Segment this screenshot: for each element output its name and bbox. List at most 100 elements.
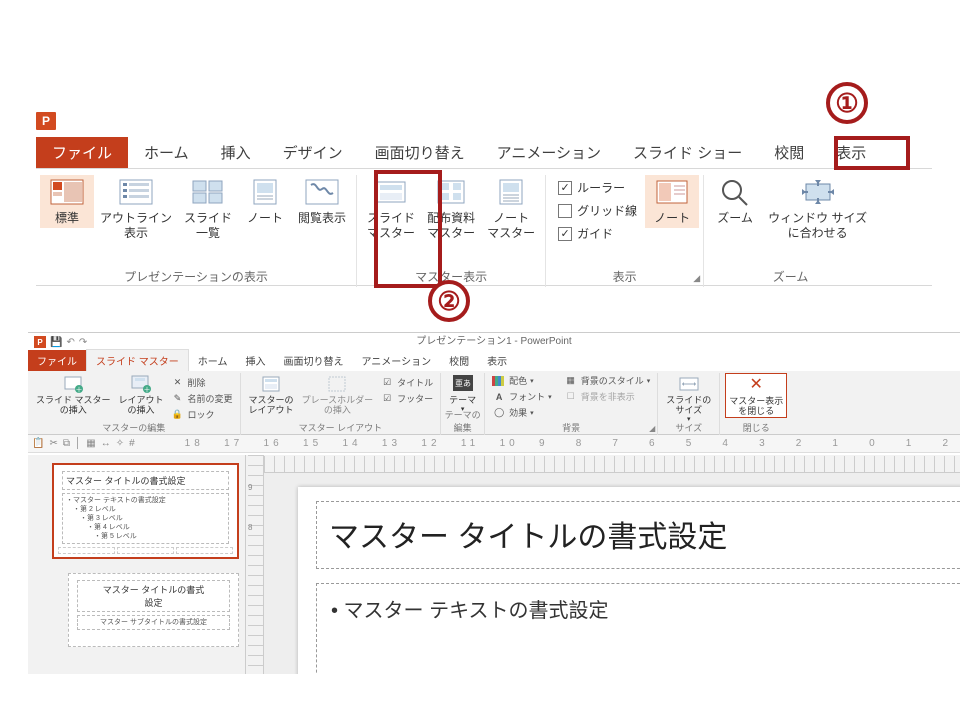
tab-file[interactable]: ファイル	[36, 137, 128, 168]
group-show-label: 表示	[546, 268, 703, 285]
footer-checkbox-label: フッター	[397, 392, 433, 405]
close-master-view-label: マスター表示 を閉じる	[729, 396, 783, 416]
callout-rect-slide-master	[374, 170, 442, 288]
outline-view-button[interactable]: アウトライン 表示	[94, 175, 178, 243]
slide-sorter-button[interactable]: スライド 一覧	[178, 175, 238, 243]
outline-view-icon	[119, 177, 153, 207]
thumbnail-layout-1[interactable]: マスター タイトルの書式 設定 マスター サブタイトルの書式設定	[68, 573, 239, 647]
mini-group-size-label: サイズ	[658, 421, 719, 434]
bg-styles-label: 背景のスタイル	[581, 374, 644, 387]
ribbon-body: 標準 アウトライン 表示 スライド 一覧 ノート 閲覧表示	[36, 168, 932, 286]
tab-home[interactable]: ホーム	[128, 137, 205, 168]
master-layout-icon	[260, 374, 282, 394]
zoom-button[interactable]: ズーム	[708, 175, 762, 228]
hide-bg-label: 背景を非表示	[581, 390, 635, 403]
mini-tab-transitions[interactable]: 画面切り替え	[274, 350, 352, 371]
effects-button[interactable]: ◯効果▾	[490, 405, 554, 420]
mini-tab-review[interactable]: 校閲	[440, 350, 478, 371]
insert-placeholder-button[interactable]: プレースホルダー の挿入	[299, 373, 377, 416]
dropdown-arrow-icon: ▾	[548, 393, 552, 401]
guides-icon[interactable]: ✧	[116, 437, 124, 451]
lock-button[interactable]: 🔒ロック	[169, 407, 235, 422]
cut-icon[interactable]: ✂	[49, 437, 57, 451]
checkbox-checked-icon: ☑	[380, 377, 394, 389]
notes-toggle-icon	[655, 177, 689, 207]
guides-checkbox[interactable]: ✓ガイド	[558, 225, 637, 242]
tab-design[interactable]: デザイン	[267, 137, 359, 168]
fit-window-button[interactable]: ウィンドウ サイズ に合わせる	[762, 175, 873, 243]
delete-button[interactable]: ✕削除	[169, 375, 235, 390]
mini-tab-insert[interactable]: 挿入	[236, 350, 274, 371]
delete-label: 削除	[188, 376, 206, 389]
dialog-launcher-icon[interactable]: ◢	[693, 273, 700, 284]
mini-tab-view[interactable]: 表示	[478, 350, 516, 371]
tab-transitions[interactable]: 画面切り替え	[359, 137, 481, 168]
tab-insert[interactable]: 挿入	[205, 137, 267, 168]
mini-tab-animations[interactable]: アニメーション	[352, 350, 440, 371]
master-layout-button[interactable]: マスターの レイアウト	[246, 373, 297, 416]
notes-page-button[interactable]: ノート	[238, 175, 292, 228]
checkbox-empty-icon: ☐	[564, 391, 578, 403]
thumbnail-pane[interactable]: マスター タイトルの書式設定 ・マスター テキストの書式設定 ・第 2 レベル …	[28, 455, 246, 674]
gridlines-checkbox[interactable]: グリッド線	[558, 202, 637, 219]
paste-icon[interactable]: 📋	[32, 437, 44, 451]
normal-view-button[interactable]: 標準	[40, 175, 94, 228]
gridlines-label: グリッド線	[577, 202, 637, 219]
checkmark-icon: ✓	[558, 181, 572, 195]
slide-canvas[interactable]: マスター タイトルの書式設定 • マスター テキストの書式設定	[264, 473, 960, 674]
svg-text:＋: ＋	[76, 386, 83, 394]
mini-format-bar: 📋 ✂ ⧉ │ ▦ ↔ ✧ # 18 17 16 15 14 13 12 11 …	[28, 435, 960, 453]
thumbnail-slide-master[interactable]: マスター タイトルの書式設定 ・マスター テキストの書式設定 ・第 2 レベル …	[52, 463, 239, 559]
fonts-button[interactable]: Aフォント▾	[490, 389, 554, 404]
snap-icon[interactable]: #	[129, 437, 135, 451]
slide-sorter-icon	[191, 177, 225, 207]
colors-label: 配色	[509, 374, 527, 387]
grid-icon[interactable]: ▦	[86, 437, 95, 451]
mini-tab-slide-master[interactable]: スライド マスター	[86, 349, 189, 371]
mini-group-size: スライドの サイズ▾ サイズ	[658, 373, 720, 435]
slide-master-slide[interactable]: マスター タイトルの書式設定 • マスター テキストの書式設定	[298, 487, 960, 674]
mini-group-edit-theme-label: テーマの編集	[441, 408, 484, 434]
mini-group-edit-master-label: マスターの編集	[28, 421, 240, 434]
thumb-layout-sub: マスター サブタイトルの書式設定	[77, 615, 230, 630]
callout-rect-view-tab	[834, 136, 910, 170]
outline-view-label: アウトライン 表示	[100, 211, 172, 241]
themes-label: テーマ	[449, 395, 476, 405]
mini-tab-file[interactable]: ファイル	[28, 350, 86, 371]
close-master-view-button[interactable]: ✕ マスター表示 を閉じる	[725, 373, 787, 418]
placeholder-body[interactable]: • マスター テキストの書式設定	[316, 583, 960, 674]
mini-tab-home[interactable]: ホーム	[189, 350, 237, 371]
copy-icon[interactable]: ⧉	[63, 437, 70, 451]
notes-master-button[interactable]: ノート マスター	[481, 175, 541, 243]
effects-label: 効果	[509, 406, 527, 419]
placeholder-title[interactable]: マスター タイトルの書式設定	[316, 501, 960, 569]
dialog-launcher-icon[interactable]: ◢	[649, 424, 655, 433]
bg-styles-button[interactable]: ▦背景のスタイル▾	[562, 373, 653, 388]
footer-checkbox[interactable]: ☑フッター	[378, 391, 435, 406]
slide-size-button[interactable]: スライドの サイズ▾	[663, 373, 714, 426]
bg-styles-icon: ▦	[564, 375, 578, 387]
group-presentation-views-label: プレゼンテーションの表示	[36, 268, 356, 285]
notes-page-icon	[248, 177, 282, 207]
tab-review[interactable]: 校閲	[758, 137, 820, 168]
svg-text:亜あ: 亜あ	[455, 379, 471, 388]
ruler-checkbox[interactable]: ✓ルーラー	[558, 179, 637, 196]
notes-toggle-label: ノート	[654, 211, 690, 226]
notes-toggle-button[interactable]: ノート	[645, 175, 699, 228]
ruler-icon[interactable]: ↔	[101, 437, 111, 451]
horizontal-ruler	[264, 455, 960, 473]
tab-animations[interactable]: アニメーション	[481, 137, 617, 168]
mini-group-edit-theme: 亜あ テーマ▾ テーマの編集	[441, 373, 485, 435]
rename-button[interactable]: ✎名前の変更	[169, 391, 235, 406]
insert-layout-label: レイアウト の挿入	[119, 395, 164, 415]
tab-slideshow[interactable]: スライド ショー	[617, 137, 758, 168]
title-checkbox[interactable]: ☑タイトル	[378, 375, 435, 390]
hide-bg-checkbox[interactable]: ☐背景を非表示	[562, 389, 653, 404]
reading-view-button[interactable]: 閲覧表示	[292, 175, 352, 228]
colors-button[interactable]: 配色▾	[490, 373, 554, 388]
insert-layout-button[interactable]: ＋ レイアウト の挿入	[116, 373, 167, 416]
insert-slide-master-button[interactable]: ＋ スライド マスター の挿入	[33, 373, 114, 416]
delete-icon: ✕	[171, 377, 185, 389]
notes-page-label: ノート	[247, 211, 283, 226]
insert-placeholder-label: プレースホルダー の挿入	[302, 395, 374, 415]
